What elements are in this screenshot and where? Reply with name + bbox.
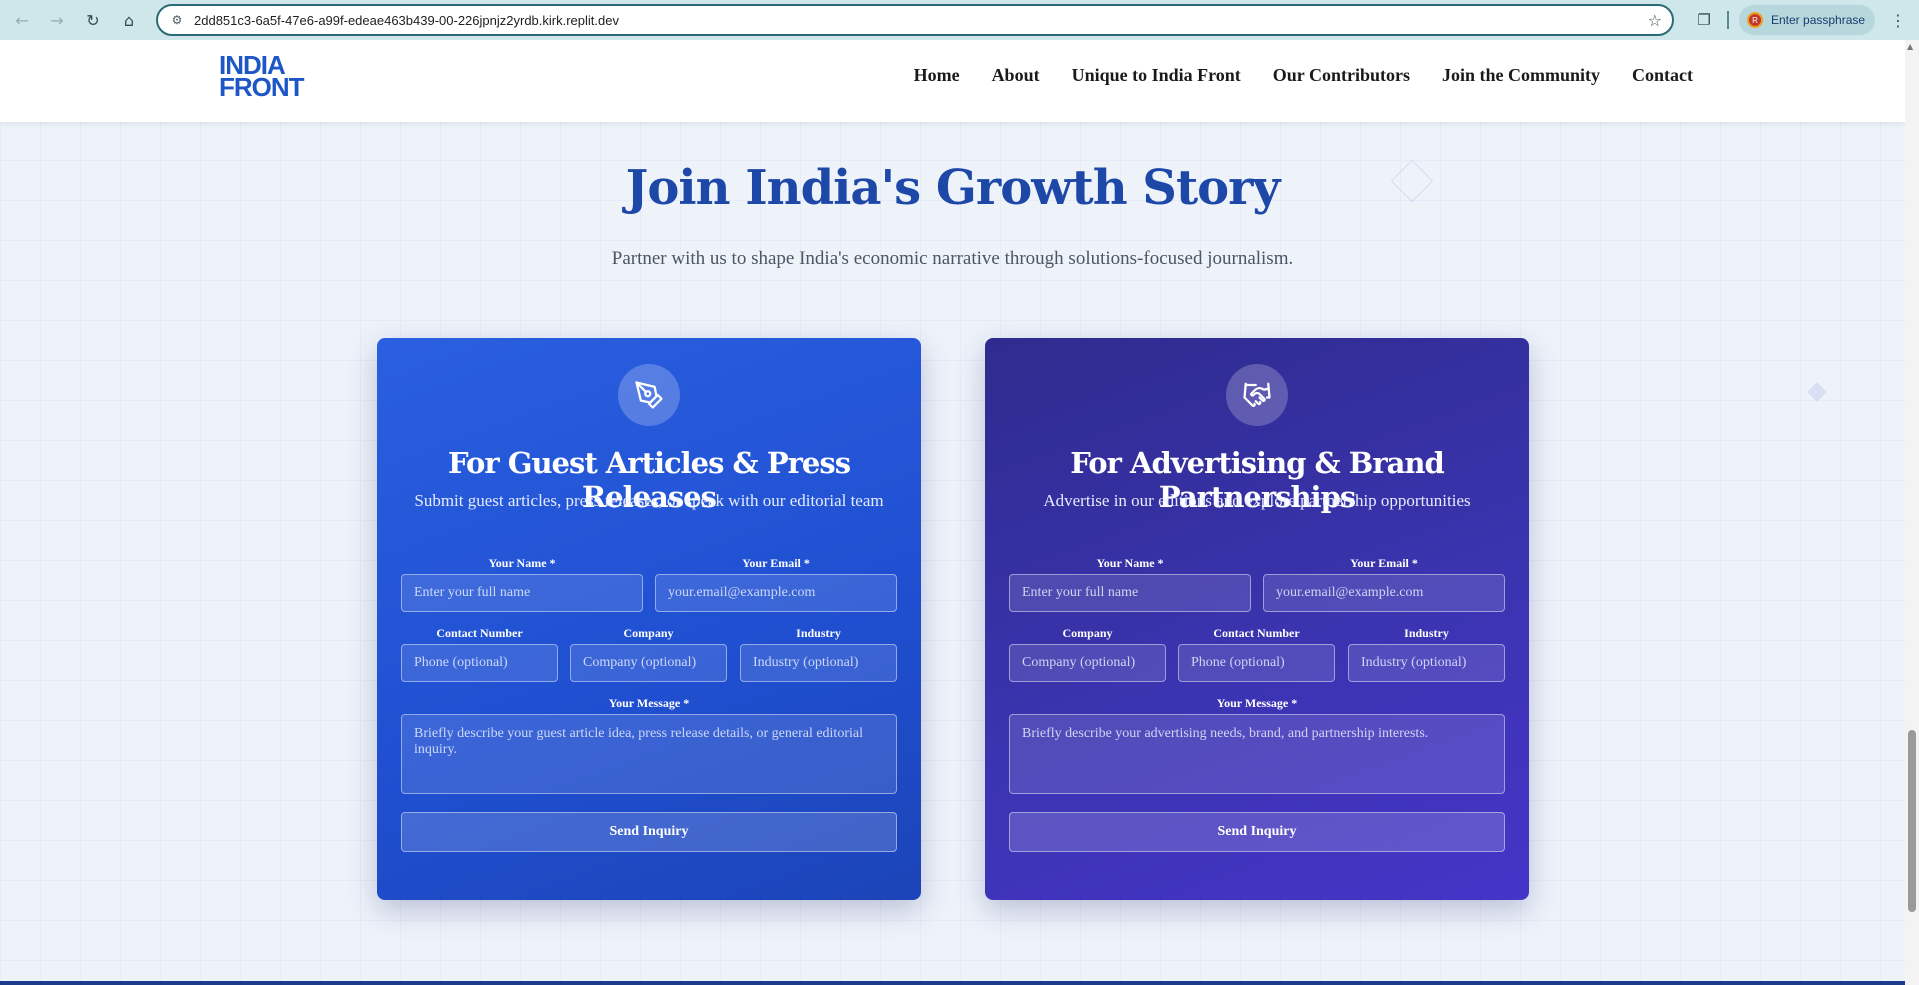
phone-input[interactable] xyxy=(1178,644,1335,682)
profile-label: Enter passphrase xyxy=(1771,13,1866,27)
profile-button[interactable]: R Enter passphrase xyxy=(1739,5,1875,35)
extensions-icon[interactable]: ❐ xyxy=(1690,6,1718,34)
nav-about[interactable]: About xyxy=(992,65,1040,86)
page: INDIA FRONT Home About Unique to India F… xyxy=(0,40,1905,985)
guest-articles-card: For Guest Articles & Press Releases Subm… xyxy=(377,338,921,900)
nav-contact[interactable]: Contact xyxy=(1632,65,1693,86)
email-label: Your Email * xyxy=(1350,556,1418,570)
company-label: Company xyxy=(1062,626,1113,640)
industry-label: Industry xyxy=(796,626,841,640)
nav-home[interactable]: Home xyxy=(914,65,960,86)
nav-community[interactable]: Join the Community xyxy=(1442,65,1600,86)
decorative-diamond-small xyxy=(1807,382,1827,402)
message-label: Your Message * xyxy=(1216,696,1298,710)
email-label: Your Email * xyxy=(742,556,810,570)
reload-icon[interactable]: ↻ xyxy=(79,6,107,34)
advertising-card: For Advertising & Brand Partnerships Adv… xyxy=(985,338,1529,900)
home-icon[interactable]: ⌂ xyxy=(115,6,143,34)
message-textarea[interactable] xyxy=(401,714,897,794)
scroll-up-icon[interactable]: ▲ xyxy=(1907,42,1913,51)
message-label: Your Message * xyxy=(608,696,690,710)
footer-edge xyxy=(0,981,1905,985)
industry-input[interactable] xyxy=(1348,644,1505,682)
address-bar[interactable]: ⚙ 2dd851c3-6a5f-47e6-a99f-edeae463b439-0… xyxy=(156,4,1674,36)
phone-input[interactable] xyxy=(401,644,558,682)
contact-number-label: Contact Number xyxy=(436,626,523,640)
industry-label: Industry xyxy=(1404,626,1449,640)
toolbar-divider xyxy=(1727,11,1729,29)
url-text[interactable]: 2dd851c3-6a5f-47e6-a99f-edeae463b439-00-… xyxy=(194,13,619,28)
company-label: Company xyxy=(623,626,674,640)
forward-icon[interactable]: → xyxy=(43,6,71,34)
name-label: Your Name * xyxy=(1096,556,1164,570)
scrollbar-thumb[interactable] xyxy=(1908,730,1916,912)
page-subtitle: Partner with us to shape India's economi… xyxy=(611,248,1294,269)
bookmark-star-icon[interactable]: ☆ xyxy=(1648,11,1662,30)
contact-number-label: Contact Number xyxy=(1213,626,1300,640)
site-info-icon[interactable]: ⚙ xyxy=(168,11,186,29)
page-scrollbar[interactable]: ▲ xyxy=(1905,40,1919,985)
nav-contributors[interactable]: Our Contributors xyxy=(1273,65,1410,86)
back-icon[interactable]: ← xyxy=(8,6,36,34)
browser-toolbar: ← → ↻ ⌂ ⚙ 2dd851c3-6a5f-47e6-a99f-edeae4… xyxy=(0,0,1919,40)
nav-unique[interactable]: Unique to India Front xyxy=(1072,65,1241,86)
send-inquiry-button[interactable]: Send Inquiry xyxy=(1009,812,1505,852)
name-label: Your Name * xyxy=(488,556,556,570)
main-nav: Home About Unique to India Front Our Con… xyxy=(914,65,1693,86)
handshake-icon xyxy=(1226,364,1288,426)
company-input[interactable] xyxy=(1009,644,1166,682)
pen-nib-icon xyxy=(618,364,680,426)
card-subtitle: Advertise in our editions and explore pa… xyxy=(1043,491,1471,510)
logo-line2: FRONT xyxy=(219,72,305,102)
email-input[interactable] xyxy=(655,574,897,612)
card-subtitle: Submit guest articles, press releases, o… xyxy=(414,491,884,510)
page-title: Join India's Growth Story xyxy=(625,160,1281,216)
logo[interactable]: INDIA FRONT xyxy=(219,52,305,102)
avatar: R xyxy=(1747,12,1763,28)
email-input[interactable] xyxy=(1263,574,1505,612)
send-inquiry-button[interactable]: Send Inquiry xyxy=(401,812,897,852)
message-textarea[interactable] xyxy=(1009,714,1505,794)
industry-input[interactable] xyxy=(740,644,897,682)
kebab-menu-icon[interactable]: ⋮ xyxy=(1886,6,1910,34)
site-header: INDIA FRONT Home About Unique to India F… xyxy=(0,40,1905,122)
name-input[interactable] xyxy=(401,574,643,612)
name-input[interactable] xyxy=(1009,574,1251,612)
company-input[interactable] xyxy=(570,644,727,682)
